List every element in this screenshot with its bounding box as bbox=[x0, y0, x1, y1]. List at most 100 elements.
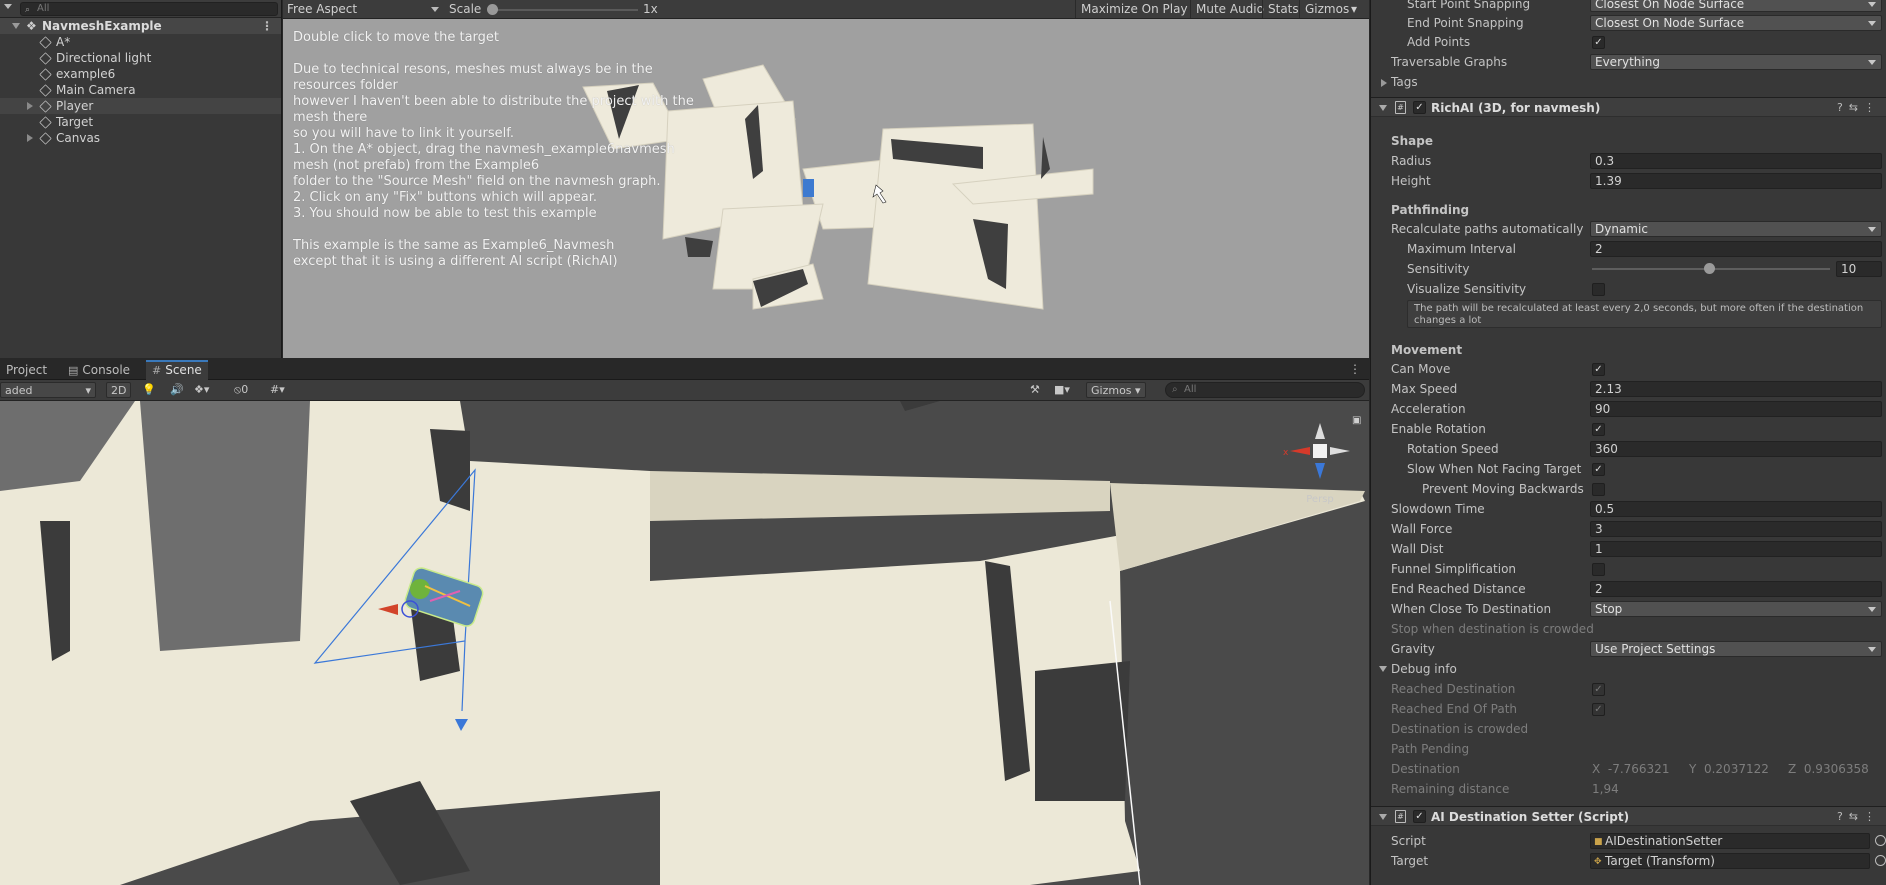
end-point-snapping-dropdown[interactable]: Closest On Node Surface bbox=[1590, 15, 1882, 31]
traversable-graphs-dropdown[interactable]: Everything bbox=[1590, 54, 1882, 70]
start-point-snapping-dropdown[interactable]: Closest On Node Surface bbox=[1590, 0, 1882, 12]
object-picker-icon[interactable] bbox=[1875, 835, 1886, 846]
hierarchy-item-astar[interactable]: A* bbox=[0, 34, 281, 50]
richai-enabled-checkbox[interactable]: ✓ bbox=[1413, 101, 1426, 114]
recalculate-paths-dropdown[interactable]: Dynamic bbox=[1590, 221, 1882, 237]
game-render-area[interactable]: Double click to move the target Due to t… bbox=[283, 19, 1369, 358]
target-object-field[interactable]: ✥ Target (Transform) bbox=[1590, 853, 1870, 869]
gravity-dropdown[interactable]: Use Project Settings bbox=[1590, 641, 1882, 657]
maximum-interval-row: Maximum Interval 2 bbox=[1371, 240, 1886, 258]
target-row: Target ✥ Target (Transform) bbox=[1371, 852, 1886, 870]
scene-view[interactable]: x Persp ▣ bbox=[0, 401, 1369, 885]
camera-icon[interactable]: ■▾ bbox=[1054, 382, 1070, 398]
component-header-icons[interactable]: ?⇆⋮ bbox=[1837, 810, 1881, 823]
hidden-objects-icon[interactable]: ⦸0 bbox=[234, 382, 248, 398]
script-row: Script ■ AIDestinationSetter bbox=[1371, 832, 1886, 850]
hierarchy-item-example6[interactable]: example6 bbox=[0, 66, 281, 82]
visualize-sensitivity-checkbox[interactable] bbox=[1592, 283, 1605, 296]
start-point-snapping-row: Start Point Snapping Closest On Node Sur… bbox=[1371, 0, 1886, 13]
pathfinding-header: Pathfinding bbox=[1391, 203, 1470, 217]
scene-search-input[interactable]: ⌕ All bbox=[1165, 382, 1365, 398]
instructions-text: Double click to move the target Due to t… bbox=[293, 30, 694, 269]
stop-when-crowded-row: Stop when destination is crowded bbox=[1391, 622, 1594, 636]
hierarchy-scene-row[interactable]: ❖ NavmeshExample ⋮ bbox=[0, 18, 281, 34]
radius-input[interactable]: 0.3 bbox=[1590, 153, 1882, 169]
audio-toggle-icon[interactable]: 🔊 bbox=[170, 382, 184, 398]
prevent-moving-backwards-checkbox[interactable] bbox=[1592, 483, 1605, 496]
debug-info-foldout[interactable]: Debug info bbox=[1371, 660, 1886, 678]
expand-arrow-icon[interactable] bbox=[27, 134, 33, 142]
foldout-arrow-icon[interactable] bbox=[1379, 105, 1387, 111]
search-icon: ⌕ bbox=[25, 5, 31, 15]
lighting-toggle-icon[interactable]: 💡 bbox=[142, 382, 156, 398]
stats-button[interactable]: Stats bbox=[1262, 0, 1304, 18]
unity-scene-icon: ❖ bbox=[26, 19, 37, 33]
destination-y: Y 0.2037122 bbox=[1689, 762, 1769, 776]
scale-slider-track[interactable] bbox=[488, 9, 638, 11]
projection-label[interactable]: Persp bbox=[1306, 494, 1334, 505]
gizmos-dropdown-icon[interactable]: ▾ bbox=[1351, 0, 1357, 18]
wall-force-input[interactable]: 3 bbox=[1590, 521, 1882, 537]
object-picker-icon[interactable] bbox=[1875, 855, 1886, 866]
tab-console[interactable]: ▤ Console bbox=[62, 360, 136, 380]
hierarchy-item-target[interactable]: Target bbox=[0, 114, 281, 130]
sensitivity-slider-handle[interactable] bbox=[1704, 263, 1715, 274]
rotation-speed-input[interactable]: 360 bbox=[1590, 441, 1882, 457]
hierarchy-item-player[interactable]: Player bbox=[0, 98, 281, 114]
max-speed-input[interactable]: 2.13 bbox=[1590, 381, 1882, 397]
component-header-icons[interactable]: ?⇆⋮ bbox=[1837, 101, 1881, 114]
foldout-arrow-icon[interactable] bbox=[1379, 814, 1387, 820]
enable-rotation-checkbox[interactable]: ✓ bbox=[1592, 423, 1605, 436]
script-object-field[interactable]: ■ AIDestinationSetter bbox=[1590, 833, 1870, 849]
funnel-simplification-checkbox[interactable] bbox=[1592, 563, 1605, 576]
scale-slider-handle[interactable] bbox=[487, 4, 498, 15]
ai-destination-setter-header[interactable]: # ✓ AI Destination Setter (Script) ?⇆⋮ bbox=[1371, 806, 1886, 826]
create-dropdown-icon[interactable] bbox=[4, 4, 12, 9]
scene-render: x Persp ▣ bbox=[0, 401, 1369, 885]
tools-icon[interactable]: ⚒ bbox=[1030, 382, 1040, 398]
wall-dist-input[interactable]: 1 bbox=[1590, 541, 1882, 557]
tags-foldout[interactable]: Tags bbox=[1371, 73, 1886, 91]
dropdown-arrow-icon bbox=[1868, 607, 1876, 612]
aspect-dropdown[interactable]: Free Aspect bbox=[285, 1, 445, 17]
mute-audio-button[interactable]: Mute Audio bbox=[1190, 0, 1269, 18]
destination-x: X -7.766321 bbox=[1592, 762, 1670, 776]
richai-component-header[interactable]: # ✓ RichAI (3D, for navmesh) ?⇆⋮ bbox=[1371, 97, 1886, 117]
more-options-icon[interactable]: ⋮ bbox=[1349, 362, 1361, 376]
setter-enabled-checkbox[interactable]: ✓ bbox=[1413, 810, 1426, 823]
expand-arrow-icon[interactable] bbox=[27, 102, 33, 110]
acceleration-input[interactable]: 90 bbox=[1590, 401, 1882, 417]
hierarchy-item-directional-light[interactable]: Directional light bbox=[0, 50, 281, 66]
gameobject-cube-icon bbox=[39, 132, 52, 145]
can-move-checkbox[interactable]: ✓ bbox=[1592, 363, 1605, 376]
expand-arrow-icon[interactable] bbox=[12, 23, 20, 29]
sensitivity-input[interactable]: 10 bbox=[1836, 261, 1882, 277]
gameobject-cube-icon bbox=[39, 84, 52, 97]
height-input[interactable]: 1.39 bbox=[1590, 173, 1882, 189]
hierarchy-item-main-camera[interactable]: Main Camera bbox=[0, 82, 281, 98]
dropdown-arrow-icon bbox=[1868, 647, 1876, 652]
shading-mode-dropdown[interactable]: aded ▾ bbox=[0, 382, 96, 398]
effects-toggle-icon[interactable]: ❖▾ bbox=[194, 382, 209, 398]
slow-when-not-facing-checkbox[interactable]: ✓ bbox=[1592, 463, 1605, 476]
hierarchy-item-canvas[interactable]: Canvas bbox=[0, 130, 281, 146]
remaining-distance-row: Remaining distance 1,94 bbox=[1391, 782, 1619, 796]
gizmos-button[interactable]: Gizmos bbox=[1299, 0, 1354, 18]
add-points-checkbox[interactable]: ✓ bbox=[1592, 36, 1605, 49]
movement-header: Movement bbox=[1391, 343, 1463, 357]
tab-project[interactable]: Project bbox=[0, 360, 53, 380]
more-options-icon[interactable]: ⋮ bbox=[261, 18, 273, 34]
maximize-on-play-button[interactable]: Maximize On Play bbox=[1075, 0, 1193, 18]
foldout-arrow-icon bbox=[1379, 666, 1387, 672]
lock-icon: ▣ bbox=[1352, 415, 1361, 426]
maximum-interval-input[interactable]: 2 bbox=[1590, 241, 1882, 257]
hierarchy-search-input[interactable]: ⌕ All bbox=[20, 2, 278, 16]
when-close-to-destination-dropdown[interactable]: Stop bbox=[1590, 601, 1882, 617]
tab-scene[interactable]: # Scene bbox=[146, 360, 208, 380]
toggle-2d-button[interactable]: 2D bbox=[106, 382, 132, 398]
scene-gizmos-dropdown[interactable]: Gizmos ▾ bbox=[1086, 382, 1146, 398]
grid-toggle-icon[interactable]: #▾ bbox=[270, 382, 285, 398]
script-icon: # bbox=[1395, 810, 1406, 823]
slowdown-time-input[interactable]: 0.5 bbox=[1590, 501, 1882, 517]
end-reached-distance-input[interactable]: 2 bbox=[1590, 581, 1882, 597]
